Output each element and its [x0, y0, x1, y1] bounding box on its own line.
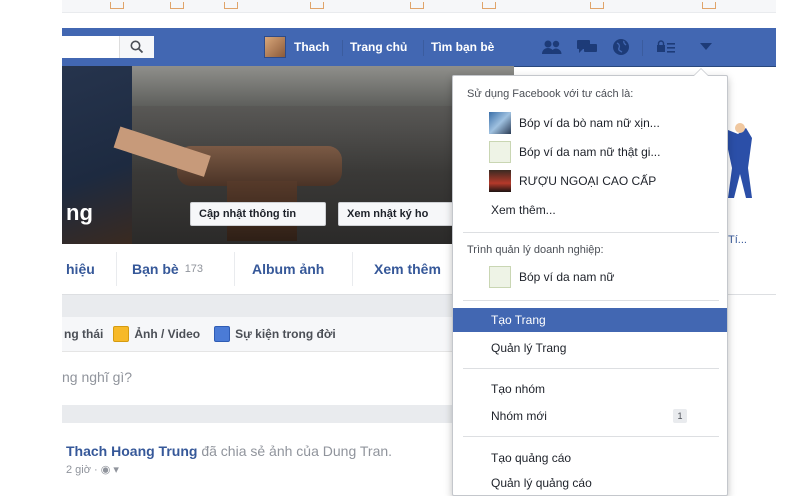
- tab-label: Xem thêm: [374, 261, 441, 277]
- composer-input[interactable]: ng nghĩ gì?: [62, 369, 132, 385]
- bookmark-mark: [110, 2, 124, 9]
- new-groups-badge: 1: [673, 409, 687, 423]
- composer-options: ng thái Ảnh / Video Sự kiện trong đời: [62, 317, 514, 352]
- page-thumbnail-icon: [489, 141, 511, 163]
- life-event-flag-icon: [214, 326, 231, 342]
- content-gap: [62, 405, 514, 423]
- create-group-item[interactable]: Tạo nhóm: [453, 377, 727, 401]
- manage-ads-item[interactable]: Quản lý quảng cáo: [453, 472, 727, 494]
- photo-video-label: Ảnh / Video: [134, 327, 201, 341]
- page-name: Bóp ví da nam nữ thật gi...: [519, 145, 661, 159]
- search-input[interactable]: [62, 36, 154, 58]
- tab-label: hiệu: [66, 261, 95, 277]
- post-author-link[interactable]: Thach Hoang Trung: [66, 443, 197, 459]
- photo-icon: [113, 326, 130, 342]
- create-page-item[interactable]: Tạo Trang: [453, 308, 727, 332]
- business-manager-header: Trình quản lý doanh nghiệp:: [467, 244, 604, 256]
- account-menu-chevron-down-icon[interactable]: [698, 40, 714, 54]
- feed-post: Thach Hoang Trung đã chia sẻ ảnh của Dun…: [62, 423, 514, 496]
- find-friends-label: Tìm bạn bè: [431, 40, 495, 54]
- update-info-button[interactable]: Cập nhật thông tin: [190, 202, 326, 226]
- profile-avatar-icon: [264, 36, 286, 58]
- bookmark-mark: [170, 2, 184, 9]
- post-header: Thach Hoang Trung đã chia sẻ ảnh của Dun…: [66, 443, 392, 459]
- privacy-shortcuts-icon[interactable]: [654, 38, 678, 56]
- composer-status-tab[interactable]: ng thái: [64, 327, 103, 341]
- tab-separator: [352, 252, 353, 286]
- see-more-link[interactable]: Xem thêm...: [453, 198, 727, 222]
- bookmark-mark: [482, 2, 496, 9]
- messages-icon[interactable]: [575, 38, 599, 56]
- composer-life-event-tab[interactable]: Sự kiện trong đời: [214, 326, 336, 342]
- page-name: Bóp ví da nam nữ: [519, 270, 615, 284]
- bookmark-mark: [702, 2, 716, 9]
- menu-page-item[interactable]: Bóp ví da nam nữ thật gi...: [453, 139, 727, 165]
- tab-photos[interactable]: Album ảnh: [252, 244, 324, 294]
- nav-separator: [642, 40, 643, 56]
- page-thumbnail-icon: [489, 170, 511, 192]
- home-link[interactable]: Trang chủ: [350, 28, 407, 66]
- bookmark-mark: [224, 2, 238, 9]
- profile-name-heading[interactable]: ng: [66, 200, 93, 226]
- top-navigation-bar: Thach Trang chủ Tìm bạn bè: [62, 28, 776, 67]
- new-groups-label: Nhóm mới: [491, 409, 547, 423]
- post-meta[interactable]: 2 giờ · ◉ ▾: [66, 463, 119, 476]
- browser-bookmark-strip: [62, 0, 776, 13]
- account-dropdown-menu: Sử dụng Facebook với tư cách là: Bóp ví …: [452, 68, 728, 496]
- page-thumbnail-icon: [489, 112, 511, 134]
- menu-divider: [463, 368, 719, 369]
- manage-pages-item[interactable]: Quản lý Trang: [453, 336, 727, 360]
- page-name: Bóp ví da bò nam nữ xịn...: [519, 116, 660, 130]
- tab-label: Bạn bè: [132, 261, 179, 277]
- friends-count: 173: [184, 263, 204, 275]
- menu-caret: [693, 68, 709, 76]
- menu-divider: [463, 436, 719, 437]
- view-activity-log-button[interactable]: Xem nhật ký ho: [338, 202, 456, 226]
- tab-about[interactable]: hiệu: [66, 244, 95, 294]
- post-composer: ng thái Ảnh / Video Sự kiện trong đời ng…: [62, 317, 514, 405]
- profile-link[interactable]: Thach: [264, 28, 329, 66]
- home-label: Trang chủ: [350, 40, 408, 54]
- profile-name: Thach: [294, 40, 330, 54]
- create-ad-item[interactable]: Tạo quảng cáo: [453, 446, 727, 470]
- tab-separator: [116, 252, 117, 286]
- menu-divider: [463, 232, 719, 233]
- menu-page-item[interactable]: RƯỢU NGOẠI CAO CẤP: [453, 168, 727, 194]
- content-gap: [62, 295, 514, 317]
- menu-page-item[interactable]: Bóp ví da bò nam nữ xịn...: [453, 110, 727, 136]
- composer-photo-video-tab[interactable]: Ảnh / Video: [113, 326, 200, 342]
- friend-requests-icon[interactable]: [540, 38, 564, 56]
- search-button[interactable]: [119, 36, 154, 58]
- cover-person-arm: [113, 126, 211, 177]
- use-as-header: Sử dụng Facebook với tư cách là:: [467, 88, 634, 100]
- business-page-item[interactable]: Bóp ví da nam nữ: [453, 264, 727, 290]
- tab-label: Album ảnh: [252, 261, 325, 277]
- notifications-globe-icon[interactable]: [610, 37, 632, 57]
- page-thumbnail-icon: [489, 266, 511, 288]
- bookmark-mark: [410, 2, 424, 9]
- post-action-text: đã chia sẻ ảnh của Dung Tran.: [197, 443, 393, 459]
- page-name: RƯỢU NGOẠI CAO CẤP: [519, 174, 657, 188]
- bookmark-mark: [310, 2, 324, 9]
- life-event-label: Sự kiện trong đời: [235, 327, 336, 341]
- tab-friends[interactable]: Bạn bè 173: [132, 244, 203, 294]
- find-friends-link[interactable]: Tìm bạn bè: [431, 28, 494, 66]
- nav-separator: [423, 40, 424, 56]
- tab-separator: [234, 252, 235, 286]
- bookmark-mark: [590, 2, 604, 9]
- new-groups-item[interactable]: Nhóm mới 1: [453, 404, 727, 428]
- nav-separator: [342, 40, 343, 56]
- menu-divider: [463, 300, 719, 301]
- search-icon: [130, 40, 144, 54]
- tab-more[interactable]: Xem thêm: [374, 244, 441, 294]
